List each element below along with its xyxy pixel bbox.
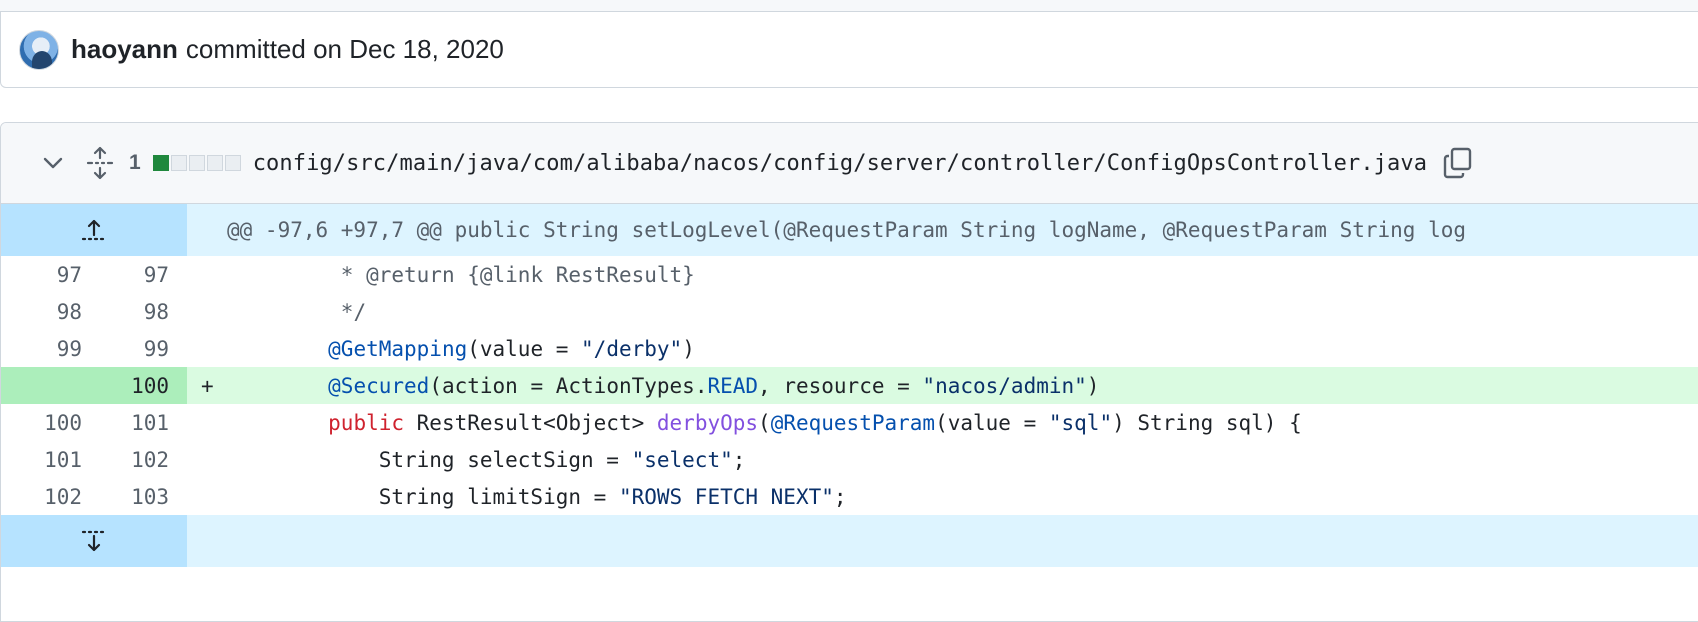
chevron-down-icon[interactable] [41, 151, 65, 175]
old-line-number[interactable]: 98 [1, 293, 94, 330]
diffstat-block-neutral [188, 155, 205, 171]
expand-up-button[interactable] [1, 204, 187, 256]
diffstat-block-neutral [206, 155, 223, 171]
code-text: , resource = [758, 373, 923, 398]
code-line: @Secured(action = ActionTypes.READ, reso… [227, 374, 1099, 398]
code-annotation: @RequestParam [770, 410, 936, 435]
expand-down-button[interactable] [1, 515, 187, 567]
new-line-number[interactable]: 98 [94, 293, 187, 330]
file-diff: 1 config/src/main/java/com/alibaba/nacos… [0, 122, 1698, 622]
top-strip [0, 0, 1698, 12]
code-string: "select" [631, 447, 733, 472]
commit-date-text: committed on Dec 18, 2020 [185, 34, 504, 64]
code-line: @GetMapping(value = "/derby") [227, 337, 695, 361]
code-constant: READ [707, 373, 759, 398]
code-line: */ [227, 300, 366, 324]
old-line-number[interactable]: 100 [1, 404, 94, 441]
code-string: "sql" [1048, 410, 1113, 435]
diff-line: 101 102 String selectSign = "select"; [1, 441, 1698, 478]
fold-up-icon [81, 219, 105, 241]
diff-line: 102 103 String limitSign = "ROWS FETCH N… [1, 478, 1698, 515]
code-line: public RestResult<Object> derbyOps(@Requ… [227, 411, 1302, 435]
diff-line: 97 97 * @return {@link RestResult} [1, 256, 1698, 293]
code-string: "/derby" [581, 336, 683, 361]
old-line-number[interactable]: 101 [1, 441, 94, 478]
diffstat [152, 155, 241, 171]
diffstat-block-neutral [224, 155, 241, 171]
new-line-number[interactable]: 100 [94, 367, 187, 404]
code-text: ; [833, 484, 847, 509]
code-annotation: @GetMapping [328, 336, 468, 361]
old-line-number[interactable]: 99 [1, 330, 94, 367]
hunk-header: @@ -97,6 +97,7 @@ public String setLogLe… [227, 218, 1467, 242]
commit-author[interactable]: haoyann [71, 34, 178, 65]
old-line-number[interactable]: 97 [1, 256, 94, 293]
commit-bar: haoyann committed on Dec 18, 2020 [0, 12, 1698, 88]
hunk-header-row: @@ -97,6 +97,7 @@ public String setLogLe… [1, 204, 1698, 256]
new-line-number[interactable]: 99 [94, 330, 187, 367]
avatar[interactable] [19, 29, 59, 70]
code-text: ) [682, 336, 695, 361]
hunk-footer [187, 515, 227, 567]
code-string: "nacos/admin" [922, 373, 1087, 398]
code-text: RestResult<Object> [404, 410, 657, 435]
diff-line: 99 99 @GetMapping(value = "/derby") [1, 330, 1698, 367]
code-function: derbyOps [656, 410, 759, 435]
fold-down-icon [81, 530, 105, 552]
code-text: ( [758, 410, 771, 435]
code-keyword: public [328, 410, 405, 435]
diff-line: 100 101 public RestResult<Object> derbyO… [1, 404, 1698, 441]
code-text: ; [732, 447, 746, 472]
code-line: * @return {@link RestResult} [227, 263, 695, 287]
code-text: (action = ActionTypes. [429, 373, 708, 398]
old-line-number[interactable]: 102 [1, 478, 94, 515]
code-line: String selectSign = "select"; [227, 447, 746, 472]
code-string: "ROWS FETCH NEXT" [618, 484, 834, 509]
file-header: 1 config/src/main/java/com/alibaba/nacos… [1, 123, 1698, 204]
code-line: String limitSign = "ROWS FETCH NEXT"; [227, 485, 847, 509]
change-count: 1 [129, 151, 141, 174]
diffstat-block-neutral [170, 155, 187, 171]
diffstat-block-add [152, 155, 169, 171]
code-text: String selectSign = [378, 447, 632, 472]
diff-line-added: 100 + @Secured(action = ActionTypes.READ… [1, 367, 1698, 404]
code-text: ) String sql) { [1112, 410, 1302, 435]
new-line-number[interactable]: 97 [94, 256, 187, 293]
code-text: (value = [935, 410, 1049, 435]
file-path[interactable]: config/src/main/java/com/alibaba/nacos/c… [253, 151, 1427, 176]
diff-marker: + [201, 373, 214, 398]
new-line-number[interactable]: 103 [94, 478, 187, 515]
hunk-footer-row [1, 515, 1698, 567]
unfold-icon[interactable] [85, 146, 115, 180]
new-line-number[interactable]: 101 [94, 404, 187, 441]
copy-icon[interactable] [1443, 147, 1473, 179]
code-comment: */ [328, 299, 367, 324]
diff-line: 98 98 */ [1, 293, 1698, 330]
code-comment: * @return {@link RestResult} [328, 262, 695, 287]
code-text: ) [1086, 373, 1100, 398]
code-text: (value = [467, 336, 582, 361]
old-line-number[interactable] [1, 367, 94, 404]
code-text: String limitSign = [378, 484, 619, 509]
code-annotation: @Secured [328, 373, 430, 398]
new-line-number[interactable]: 102 [94, 441, 187, 478]
diff-table: @@ -97,6 +97,7 @@ public String setLogLe… [1, 204, 1698, 567]
